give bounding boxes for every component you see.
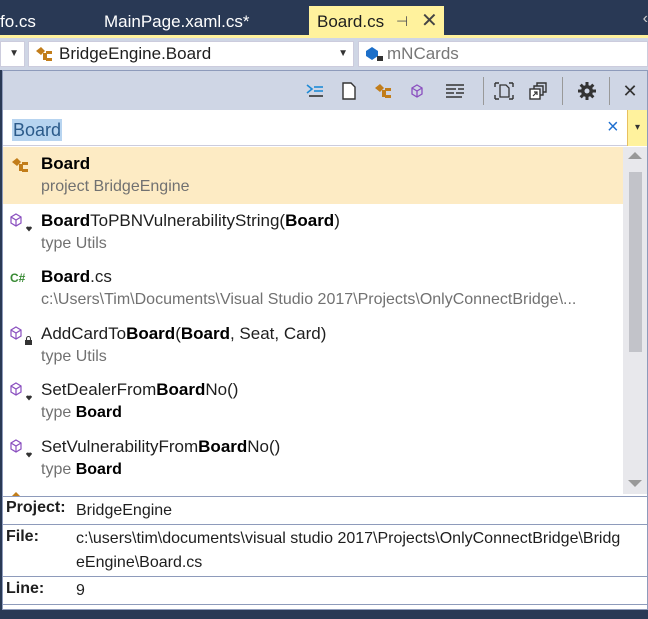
sync-with-document-icon[interactable] [303,79,327,103]
details-file-row: File: c:\users\tim\documents\visual stud… [3,525,647,577]
svg-text:C#: C# [10,271,26,285]
tab-board-cs[interactable]: Board.cs ⊣ ✕ [309,6,444,37]
promote-icon[interactable] [527,79,551,103]
line-label: Line: [6,580,45,597]
result-item[interactable]: SetDealerFromBoardNo() type Board [3,373,623,430]
field-private-icon [364,45,386,66]
search-history-dropdown[interactable]: ▾ [627,110,647,146]
result-item[interactable]: AddCardToBoard(Board, Seat, Card) type Ut… [3,317,623,374]
result-title: SetDealerFromBoardNo() [41,380,239,399]
scroll-up-arrow-icon[interactable] [628,152,642,159]
csharp-file-icon: C# [9,269,35,287]
result-subtitle: type Board [41,460,122,478]
result-title: AddCardToBoard(Board, Seat, Card) [41,323,327,343]
result-item[interactable]: SetVulnerabilityFromBoardNo() type Board [3,430,623,487]
class-icon [34,45,56,66]
search-input[interactable]: Board [12,119,63,141]
pin-icon[interactable]: ⊣ [396,6,408,37]
result-title: BoardToPBNVulnerabilityString(Board) [41,210,340,230]
tab-overflow-button[interactable]: ‹ [643,10,648,28]
search-row: Board × ▾ [3,110,647,146]
tab-info-cs[interactable]: fo.cs [0,6,36,37]
line-value: 9 [76,582,85,599]
type-combo[interactable]: BridgeEngine.Board ▼ [28,41,354,67]
tab-mainpage-xaml-cs[interactable]: MainPage.xaml.cs* [104,6,250,37]
result-subtitle: type Utils [41,347,107,365]
results-scrollbar[interactable] [623,147,647,494]
result-title: SetVulnerabilityFromBoardNo() [41,436,281,456]
tab-label: MainPage.xaml.cs* [104,12,250,31]
member-combo[interactable]: mNCards [358,41,648,67]
project-value: BridgeEngine [76,502,173,519]
class-icon [9,156,35,174]
files-icon[interactable] [337,79,361,103]
project-label: Project: [6,499,66,516]
result-subtitle: type Board [41,404,122,421]
toolbar-separator [609,77,610,105]
preview-tab-icon[interactable] [492,79,516,103]
file-label: File: [6,528,39,545]
toolbar-separator [483,77,484,105]
navigate-to-popup: ✕ Board × ▾ Board project BridgeEngine Boa… [2,70,648,610]
chevron-down-icon: ▼ [9,48,19,59]
method-internal-icon [9,212,35,231]
tab-label: fo.cs [0,12,36,31]
details-pane: Project: BridgeEngine File: c:\users\tim… [3,496,647,605]
chevron-down-icon: ▼ [338,48,348,59]
navigation-bar: ▼ BridgeEngine.Board ▼ mNCards [0,38,648,70]
clear-search-icon[interactable]: × [607,116,619,139]
popup-toolbar: ✕ [3,71,647,110]
result-subtitle: c:\Users\Tim\Documents\Visual Studio 201… [41,291,577,308]
result-subtitle: type Utils [41,234,107,252]
details-line-row: Line: 9 [3,577,647,605]
scroll-down-arrow-icon[interactable] [628,480,642,487]
result-title: Board [41,154,91,173]
details-project-row: Project: BridgeEngine [3,497,647,525]
settings-icon[interactable] [575,79,599,103]
result-subtitle: project BridgeEngine [41,178,190,195]
member-combo-value: mNCards [387,44,459,63]
method-private-icon [9,325,35,345]
method-internal-icon [9,438,35,457]
close-icon[interactable]: ✕ [618,79,642,103]
text-search-icon[interactable] [443,79,467,103]
result-title: Board.cs [41,267,112,286]
method-internal-icon [9,382,35,401]
result-item[interactable]: Board project BridgeEngine [3,147,623,204]
type-combo-value: BridgeEngine.Board [59,44,212,63]
results-list: Board project BridgeEngine BoardToPBNVulne… [3,147,623,494]
file-value: c:\users\tim\documents\visual studio 201… [76,530,621,571]
visual-studio-window: fo.cs MainPage.xaml.cs* Board.cs ⊣ ✕ ‹ ▼… [0,0,648,619]
members-icon[interactable] [405,79,429,103]
result-item[interactable]: C# Board.cs c:\Users\Tim\Documents\Visual … [3,260,623,317]
scrollbar-thumb[interactable] [629,172,642,352]
types-icon[interactable] [372,79,396,103]
document-tab-strip: fo.cs MainPage.xaml.cs* Board.cs ⊣ ✕ ‹ [0,0,648,37]
project-combo[interactable]: ▼ [0,41,25,67]
result-item[interactable]: BoardToPBNVulnerabilityString(Board) type… [3,204,623,261]
toolbar-separator [562,77,563,105]
close-icon[interactable]: ✕ [421,6,438,37]
tab-label: Board.cs [317,12,385,31]
